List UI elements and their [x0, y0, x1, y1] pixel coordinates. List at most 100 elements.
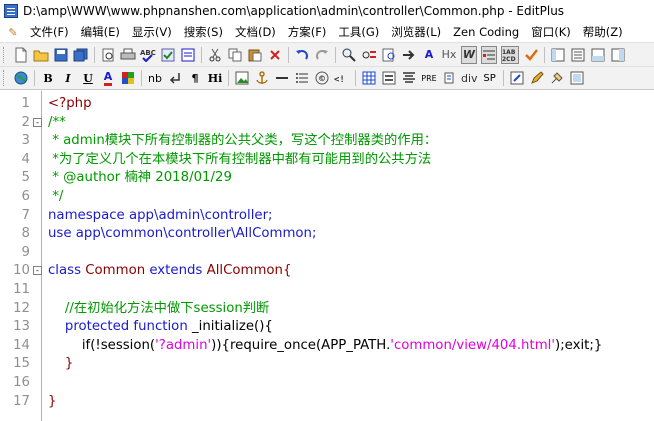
code-line[interactable]: 5 * @author 楠神 2018/01/29	[0, 169, 654, 188]
code-line[interactable]: 11	[0, 281, 654, 300]
code-line[interactable]: 10- class Common extends AllCommon{	[0, 262, 654, 281]
code-line[interactable]: 12 //在初始化方法中做下session判断	[0, 300, 654, 319]
hex-view-icon[interactable]: Hx	[441, 46, 457, 64]
find-icon[interactable]	[341, 46, 357, 64]
special-char-icon[interactable]: ©	[314, 69, 330, 87]
line-number-button[interactable]	[481, 45, 497, 64]
line-number: 14	[13, 337, 30, 353]
code-token: AllCommon{	[202, 263, 292, 279]
checkmark-icon[interactable]	[523, 46, 539, 64]
code-token: class	[48, 263, 82, 279]
code-line[interactable]: 13 protected function _initialize(){	[0, 318, 654, 337]
menu-window[interactable]: 窗口(K)	[525, 22, 577, 42]
toolbar-separator	[201, 46, 202, 63]
fold-toggle-icon[interactable]: -	[33, 117, 42, 127]
code-line[interactable]: 16	[0, 374, 654, 393]
code-line[interactable]: 8 use app\common\controller\AllCommon;	[0, 225, 654, 244]
directory-window-icon[interactable]	[570, 46, 586, 64]
menu-bar: ✎ 文件(F) 编辑(E) 显示(V) 搜索(S) 文档(D) 方案(F) 工具…	[0, 22, 654, 42]
check-icon[interactable]	[160, 46, 176, 64]
menu-browser[interactable]: 浏览器(L)	[385, 22, 447, 42]
toolbar-grip[interactable]	[3, 70, 7, 86]
menu-project[interactable]: 方案(F)	[282, 22, 333, 42]
copy-icon[interactable]	[227, 46, 243, 64]
menu-search[interactable]: 搜索(S)	[178, 22, 229, 42]
table-icon[interactable]	[361, 69, 377, 87]
new-file-icon[interactable]	[13, 46, 29, 64]
word-wrap-button[interactable]: W	[461, 45, 477, 64]
more-tools-icon[interactable]	[610, 46, 626, 64]
delete-icon[interactable]	[267, 46, 283, 64]
menu-document[interactable]: 文档(D)	[229, 22, 282, 42]
italic-label: I	[65, 71, 71, 85]
ruler-button[interactable]: 1AB 2CD	[501, 45, 519, 64]
browse-icon[interactable]	[180, 46, 196, 64]
anchor-icon[interactable]	[254, 69, 270, 87]
replace-icon[interactable]	[361, 46, 377, 64]
italic-button[interactable]: I	[60, 69, 76, 87]
form-icon[interactable]	[381, 69, 397, 87]
image-icon[interactable]	[234, 69, 250, 87]
list-icon[interactable]	[294, 69, 310, 87]
font-size-icon[interactable]: A	[421, 46, 437, 64]
code-line[interactable]: 1 <?php	[0, 95, 654, 114]
pencil-icon: ✎	[8, 25, 18, 39]
menu-file[interactable]: 文件(F)	[24, 22, 75, 42]
paragraph-button[interactable]: ¶	[187, 69, 203, 87]
toolbar-grip[interactable]	[3, 46, 7, 63]
save-icon[interactable]	[53, 46, 69, 64]
underline-button[interactable]: U	[80, 69, 96, 87]
font-color-button[interactable]: A	[100, 69, 116, 87]
nbsp-button[interactable]: nb	[147, 69, 163, 87]
undo-icon[interactable]	[294, 46, 310, 64]
code-line[interactable]: 14 if(!session('?admin')){require_once(A…	[0, 337, 654, 356]
print-icon[interactable]	[120, 46, 136, 64]
bold-button[interactable]: B	[40, 69, 56, 87]
pre-button[interactable]: PRE	[421, 69, 437, 87]
code-editor[interactable]: 1 <?php 2-/** 3 * admin模块下所有控制器的公共父类，写这个控制器…	[0, 91, 654, 421]
heading-button[interactable]: Hi	[207, 69, 223, 87]
menu-zen-coding[interactable]: Zen Coding	[447, 22, 525, 42]
pencil-icon[interactable]	[529, 69, 545, 87]
menu-view[interactable]: 显示(V)	[126, 22, 178, 42]
spell-check-icon[interactable]: ABC	[140, 46, 156, 64]
line-number: 16	[13, 375, 30, 390]
line-number: 15	[13, 356, 30, 372]
code-line[interactable]: 15 }	[0, 355, 654, 374]
code-line[interactable]: 3 * admin模块下所有控制器的公共父类，写这个控制器类的作用：	[0, 132, 654, 151]
code-line[interactable]: 4 *为了定义几个在本模块下所有控制器中都有可能用到的公共方法	[0, 151, 654, 170]
browser-globe-icon[interactable]	[13, 69, 29, 87]
print-preview-icon[interactable]	[100, 46, 116, 64]
code-line[interactable]: 17}	[0, 393, 654, 412]
line-code: /**	[48, 114, 66, 133]
code-line[interactable]: 9	[0, 244, 654, 263]
color-picker-icon[interactable]	[120, 69, 136, 87]
css-icon[interactable]	[441, 69, 457, 87]
find-in-files-icon[interactable]	[381, 46, 397, 64]
menu-tools[interactable]: 工具(G)	[332, 22, 385, 42]
code-line[interactable]: 6 */	[0, 188, 654, 207]
edit-tag-icon[interactable]	[509, 69, 525, 87]
toolbar-separator	[228, 70, 229, 86]
comment-icon[interactable]: <!	[334, 69, 350, 87]
goto-line-icon[interactable]	[401, 46, 417, 64]
quick-toggle-icon[interactable]	[569, 69, 585, 87]
code-line[interactable]: 2-/**	[0, 114, 654, 133]
save-all-icon[interactable]	[73, 46, 89, 64]
picker-icon[interactable]	[549, 69, 565, 87]
redo-icon[interactable]	[314, 46, 330, 64]
horizontal-rule-icon[interactable]	[274, 69, 290, 87]
div-button[interactable]: div	[461, 69, 478, 87]
output-window-icon[interactable]	[590, 46, 606, 64]
cut-icon[interactable]	[207, 46, 223, 64]
code-line[interactable]: 7 namespace app\admin\controller;	[0, 207, 654, 226]
cliptext-window-icon[interactable]	[550, 46, 566, 64]
fold-toggle-icon[interactable]: -	[33, 266, 42, 276]
paste-icon[interactable]	[247, 46, 263, 64]
line-break-icon[interactable]	[167, 69, 183, 87]
span-button[interactable]: SP	[482, 69, 498, 87]
center-align-icon[interactable]	[401, 69, 417, 87]
open-folder-icon[interactable]	[33, 46, 49, 64]
menu-edit[interactable]: 编辑(E)	[75, 22, 126, 42]
menu-help[interactable]: 帮助(Z)	[577, 22, 629, 42]
